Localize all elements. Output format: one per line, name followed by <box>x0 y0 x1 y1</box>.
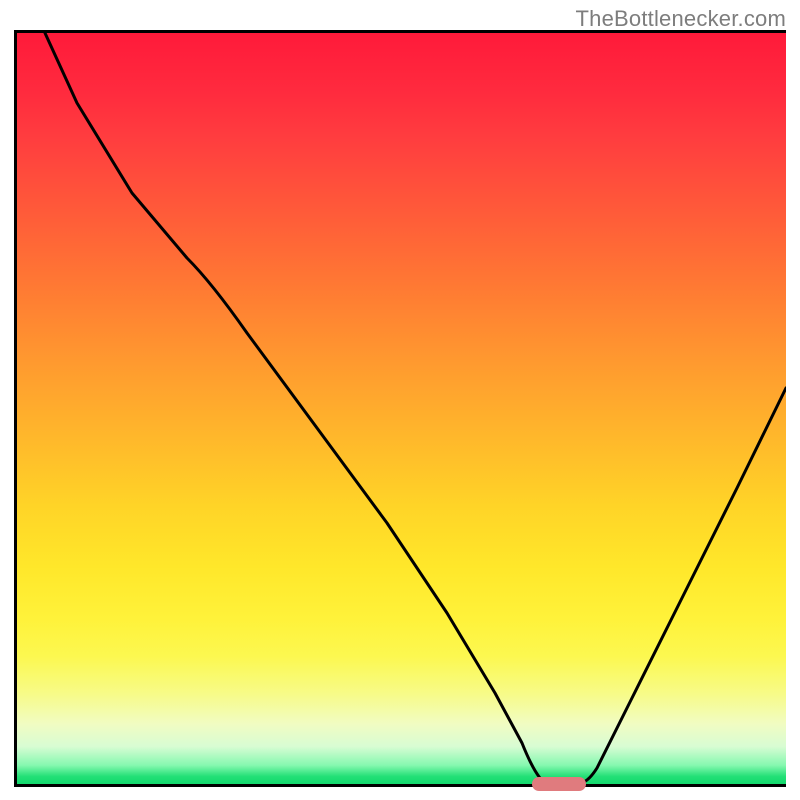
optimal-range-pill <box>532 777 586 791</box>
curve-path <box>45 33 786 784</box>
plot-border-bottom <box>14 784 786 787</box>
watermark-text: TheBottlenecker.com <box>576 6 786 32</box>
chart-canvas: TheBottlenecker.com <box>0 0 800 800</box>
bottleneck-curve <box>17 33 786 784</box>
